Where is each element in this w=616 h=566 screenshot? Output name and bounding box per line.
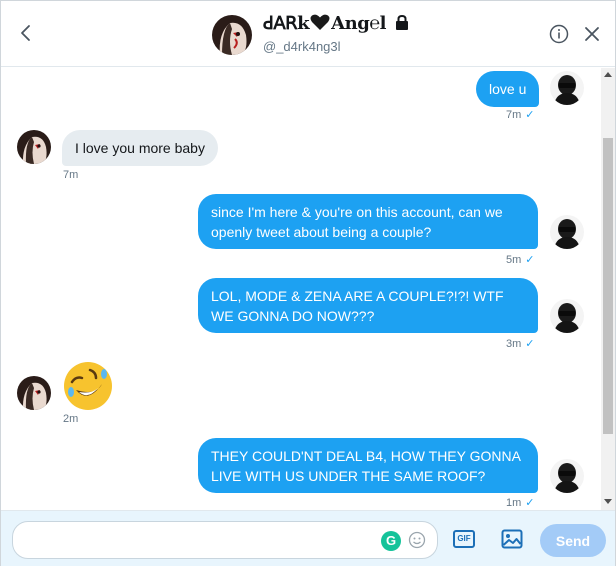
message-timestamp: 7m ✓ <box>506 109 535 121</box>
message-list[interactable]: love u 7m ✓ I love you more baby 7m since… <box>1 68 601 510</box>
my-avatar[interactable] <box>550 71 584 105</box>
read-check-icon: ✓ <box>525 109 535 121</box>
message-timestamp: 5m ✓ <box>506 254 535 266</box>
message-timestamp: 3m ✓ <box>506 338 535 350</box>
info-icon <box>549 24 569 44</box>
image-button[interactable] <box>501 529 523 549</box>
emoji-button[interactable] <box>408 531 426 549</box>
outgoing-message[interactable]: love u <box>476 71 540 107</box>
rolling-on-the-floor-laughing-icon <box>64 362 112 410</box>
my-avatar[interactable] <box>550 299 584 333</box>
image-icon <box>501 529 523 549</box>
account-handle[interactable]: @_d4rk4ng3l <box>263 39 341 54</box>
scroll-down-arrow-icon[interactable] <box>604 499 612 504</box>
scrollbar-thumb[interactable] <box>603 138 613 434</box>
contact-avatar[interactable] <box>17 376 51 410</box>
close-button[interactable] <box>583 25 601 43</box>
outgoing-message[interactable]: THEY COULD'NT DEAL B4, HOW THEY GONNA LI… <box>198 438 538 493</box>
gif-icon: GIF <box>457 534 471 543</box>
message-text: I love you more baby <box>75 140 205 156</box>
lock-icon <box>395 15 408 30</box>
gif-button[interactable]: GIF <box>453 530 475 548</box>
display-name-suffix: Ang℮l <box>331 13 386 34</box>
grammarly-icon[interactable]: G <box>381 531 401 551</box>
message-scrollbar[interactable] <box>601 68 615 510</box>
close-icon <box>585 27 599 41</box>
info-button[interactable] <box>549 24 569 44</box>
read-check-icon: ✓ <box>525 254 535 266</box>
my-avatar[interactable] <box>550 459 584 493</box>
heart-icon <box>310 14 330 30</box>
read-check-icon: ✓ <box>525 338 535 350</box>
dm-window: ꓒꓮꓣk Ang℮l @_d4rk4ng3l love u 7m ✓ I lov… <box>0 0 616 566</box>
emoji-message[interactable] <box>62 360 114 417</box>
read-check-icon: ✓ <box>525 497 535 509</box>
back-arrow-icon <box>21 25 30 41</box>
message-text: since I'm here & you're on this account,… <box>211 204 503 240</box>
message-composer: G GIF Send <box>1 510 615 566</box>
outgoing-message[interactable]: LOL, MODE & ZENA ARE A COUPLE?!?! WTF WE… <box>198 278 538 333</box>
contact-avatar[interactable] <box>17 130 51 164</box>
incoming-message[interactable]: I love you more baby <box>62 130 218 166</box>
header-avatar[interactable] <box>212 15 252 55</box>
message-timestamp: 1m ✓ <box>506 497 535 509</box>
emoji-icon <box>408 531 426 549</box>
display-name[interactable]: ꓒꓮꓣk Ang℮l <box>263 13 409 34</box>
message-text: LOL, MODE & ZENA ARE A COUPLE?!?! WTF WE… <box>211 288 504 324</box>
scroll-up-arrow-icon[interactable] <box>604 72 612 77</box>
message-input[interactable] <box>12 521 438 559</box>
my-avatar[interactable] <box>550 215 584 249</box>
message-text: love u <box>489 81 527 97</box>
display-name-text: ꓒꓮꓣk <box>263 13 310 34</box>
outgoing-message[interactable]: since I'm here & you're on this account,… <box>198 194 538 249</box>
message-timestamp: 7m <box>63 169 79 181</box>
send-button[interactable]: Send <box>540 524 606 557</box>
message-text: THEY COULD'NT DEAL B4, HOW THEY GONNA LI… <box>211 448 521 484</box>
conversation-header: ꓒꓮꓣk Ang℮l @_d4rk4ng3l <box>1 1 615 67</box>
back-button[interactable] <box>15 21 37 45</box>
message-timestamp: 2m <box>63 413 79 425</box>
